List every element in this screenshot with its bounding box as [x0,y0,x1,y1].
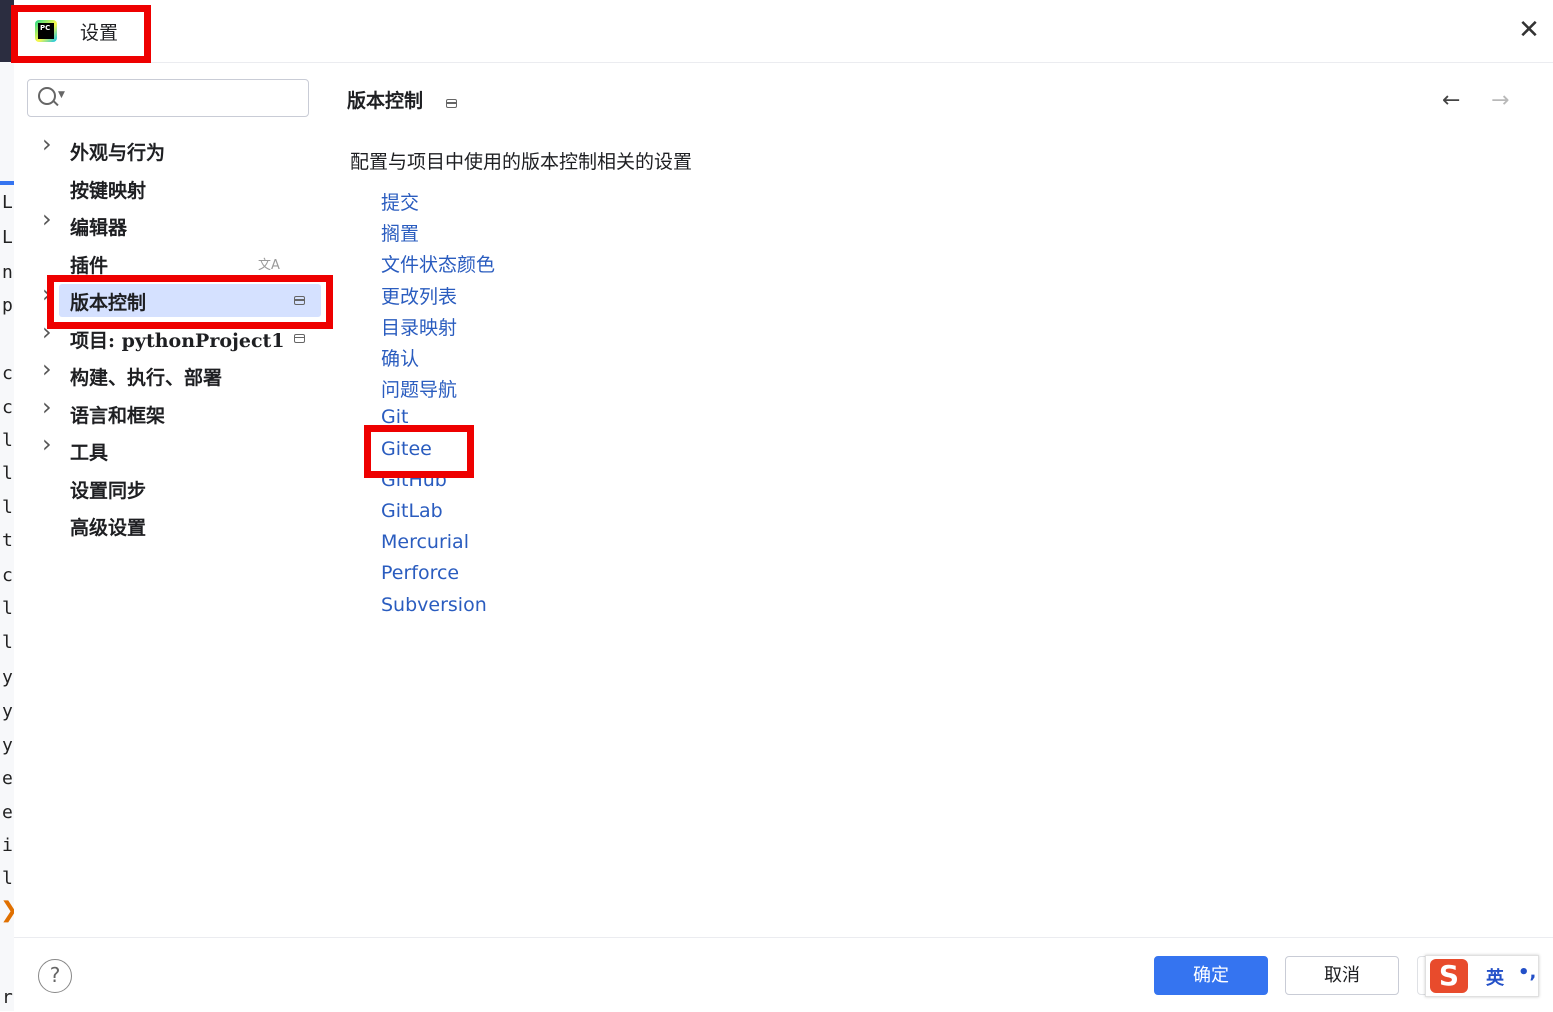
sidebar-item-label: 外观与行为 [70,142,166,164]
editor-code-fragment: p [2,295,13,316]
sidebar-item[interactable]: › 工具 [14,430,334,469]
settings-link[interactable]: 更改列表 [381,282,457,309]
sidebar-item-label: 项目: pythonProject1 [70,329,285,352]
editor-code-fragment: c [2,397,13,418]
editor-code-fragment: e [2,802,13,823]
settings-link[interactable]: 目录映射 [381,313,457,340]
forward-arrow-button[interactable]: → [1491,88,1533,113]
settings-link[interactable]: Perforce [381,562,459,584]
editor-code-fragment: y [2,701,13,722]
search-icon [38,87,56,105]
settings-link[interactable]: 搁置 [381,219,419,246]
sidebar-item[interactable]: › 编辑器 [14,205,334,244]
editor-code-fragment: l [2,632,13,653]
editor-code-fragment: e [2,768,13,789]
editor-code-fragment: l [2,430,13,451]
editor-code-fragment: c [2,363,13,384]
editor-code-fragment: l [2,868,13,889]
dialog-footer: ? 确定 取消 [14,937,1553,1012]
editor-code-fragment: i [2,835,13,856]
editor-code-fragment: l [2,463,13,484]
editor-code-fragment: n [2,262,13,283]
translate-icon: 文A [258,257,280,273]
sidebar-item[interactable]: 设置同步 [14,470,334,507]
chevron-right-icon[interactable]: › [42,205,52,233]
settings-link[interactable]: Subversion [381,594,487,616]
settings-link[interactable]: Git [381,406,408,428]
chevron-right-icon[interactable]: › [42,280,52,308]
editor-code-fragment: y [2,667,13,688]
sidebar-item[interactable]: › 项目: pythonProject1 [14,318,334,357]
sidebar-item-label: 插件 [70,254,109,277]
back-arrow-button[interactable]: ← [1442,88,1484,113]
sidebar-item-label: 工具 [70,442,109,464]
close-button[interactable]: ✕ [1515,16,1543,44]
sogou-logo-icon: S [1430,959,1468,993]
sidebar-item-label: 版本控制 [70,292,147,314]
ok-button[interactable]: 确定 [1154,956,1268,995]
chevron-right-icon[interactable]: › [42,355,52,383]
editor-code-fragment: c [2,565,13,586]
ime-language-toggle[interactable]: 英 [1486,964,1504,990]
ime-toolbar[interactable]: S 英 •, [1425,955,1539,997]
sidebar-item-label: 设置同步 [70,479,147,502]
ime-punctuation-toggle[interactable]: •, [1518,962,1536,983]
pycharm-logo-icon: PC [35,20,57,42]
sidebar-item-label: 高级设置 [70,517,147,539]
settings-link[interactable]: 确认 [381,344,419,371]
settings-link[interactable]: 问题导航 [381,375,457,402]
editor-code-fragment: l [2,497,13,518]
sidebar-item[interactable]: 插件 文A [14,245,334,282]
sidebar-item[interactable]: › 版本控制 [14,280,334,319]
dialog-title: 设置 [80,22,119,44]
sidebar-item[interactable]: › 外观与行为 [14,130,334,169]
settings-link[interactable]: 文件状态颜色 [381,250,495,277]
sidebar-item-label: 编辑器 [70,217,128,239]
settings-link[interactable]: GitLab [381,500,443,522]
sidebar-item-label: 按键映射 [70,179,147,202]
settings-dialog: PC 设置 ✕ ▼ › 外观与行为按键映射 › 编辑器插件 文A › 版本控制 › 项目: py… [11,0,1553,1012]
sidebar-item[interactable]: 按键映射 [14,170,334,207]
help-button[interactable]: ? [38,959,72,993]
editor-code-fragment: y [2,735,13,756]
warning-icon: ❯ [0,896,14,926]
chevron-right-icon[interactable]: › [42,130,52,158]
project-level-icon [294,333,305,343]
title-bar: PC 设置 ✕ [14,0,1553,63]
background-editor-strip: LLnpccllltcllyyyeeilra ❯ [0,0,15,1011]
page-description: 配置与项目中使用的版本控制相关的设置 [350,151,693,173]
sidebar-item[interactable]: 高级设置 [14,507,334,544]
chevron-right-icon[interactable]: › [42,318,52,346]
sidebar-item-label: 构建、执行、部署 [70,367,223,389]
history-navigation: ← → [1442,88,1533,113]
sidebar-item-label: 语言和框架 [70,404,166,427]
chevron-down-icon: ▼ [58,90,65,100]
search-input[interactable]: ▼ [27,79,309,117]
editor-header-dark [0,0,14,62]
settings-link[interactable]: 提交 [381,188,419,215]
editor-tab-indicator [0,181,14,185]
cancel-button[interactable]: 取消 [1285,956,1399,995]
editor-code-fragment: L [2,227,13,248]
sidebar-item[interactable]: › 构建、执行、部署 [14,355,334,394]
chevron-right-icon[interactable]: › [42,430,52,458]
editor-code-fragment: L [2,192,13,213]
chevron-right-icon[interactable]: › [42,393,52,421]
settings-link[interactable]: GitHub [381,469,447,491]
editor-code-fragment: l [2,598,13,619]
sidebar-item[interactable]: › 语言和框架 [14,393,334,432]
settings-link[interactable]: Mercurial [381,531,469,553]
editor-code-fragment: t [2,530,13,551]
settings-link[interactable]: Gitee [381,438,432,460]
project-level-icon [294,296,305,305]
page-title: 版本控制 [347,86,457,113]
project-level-icon [445,99,457,108]
